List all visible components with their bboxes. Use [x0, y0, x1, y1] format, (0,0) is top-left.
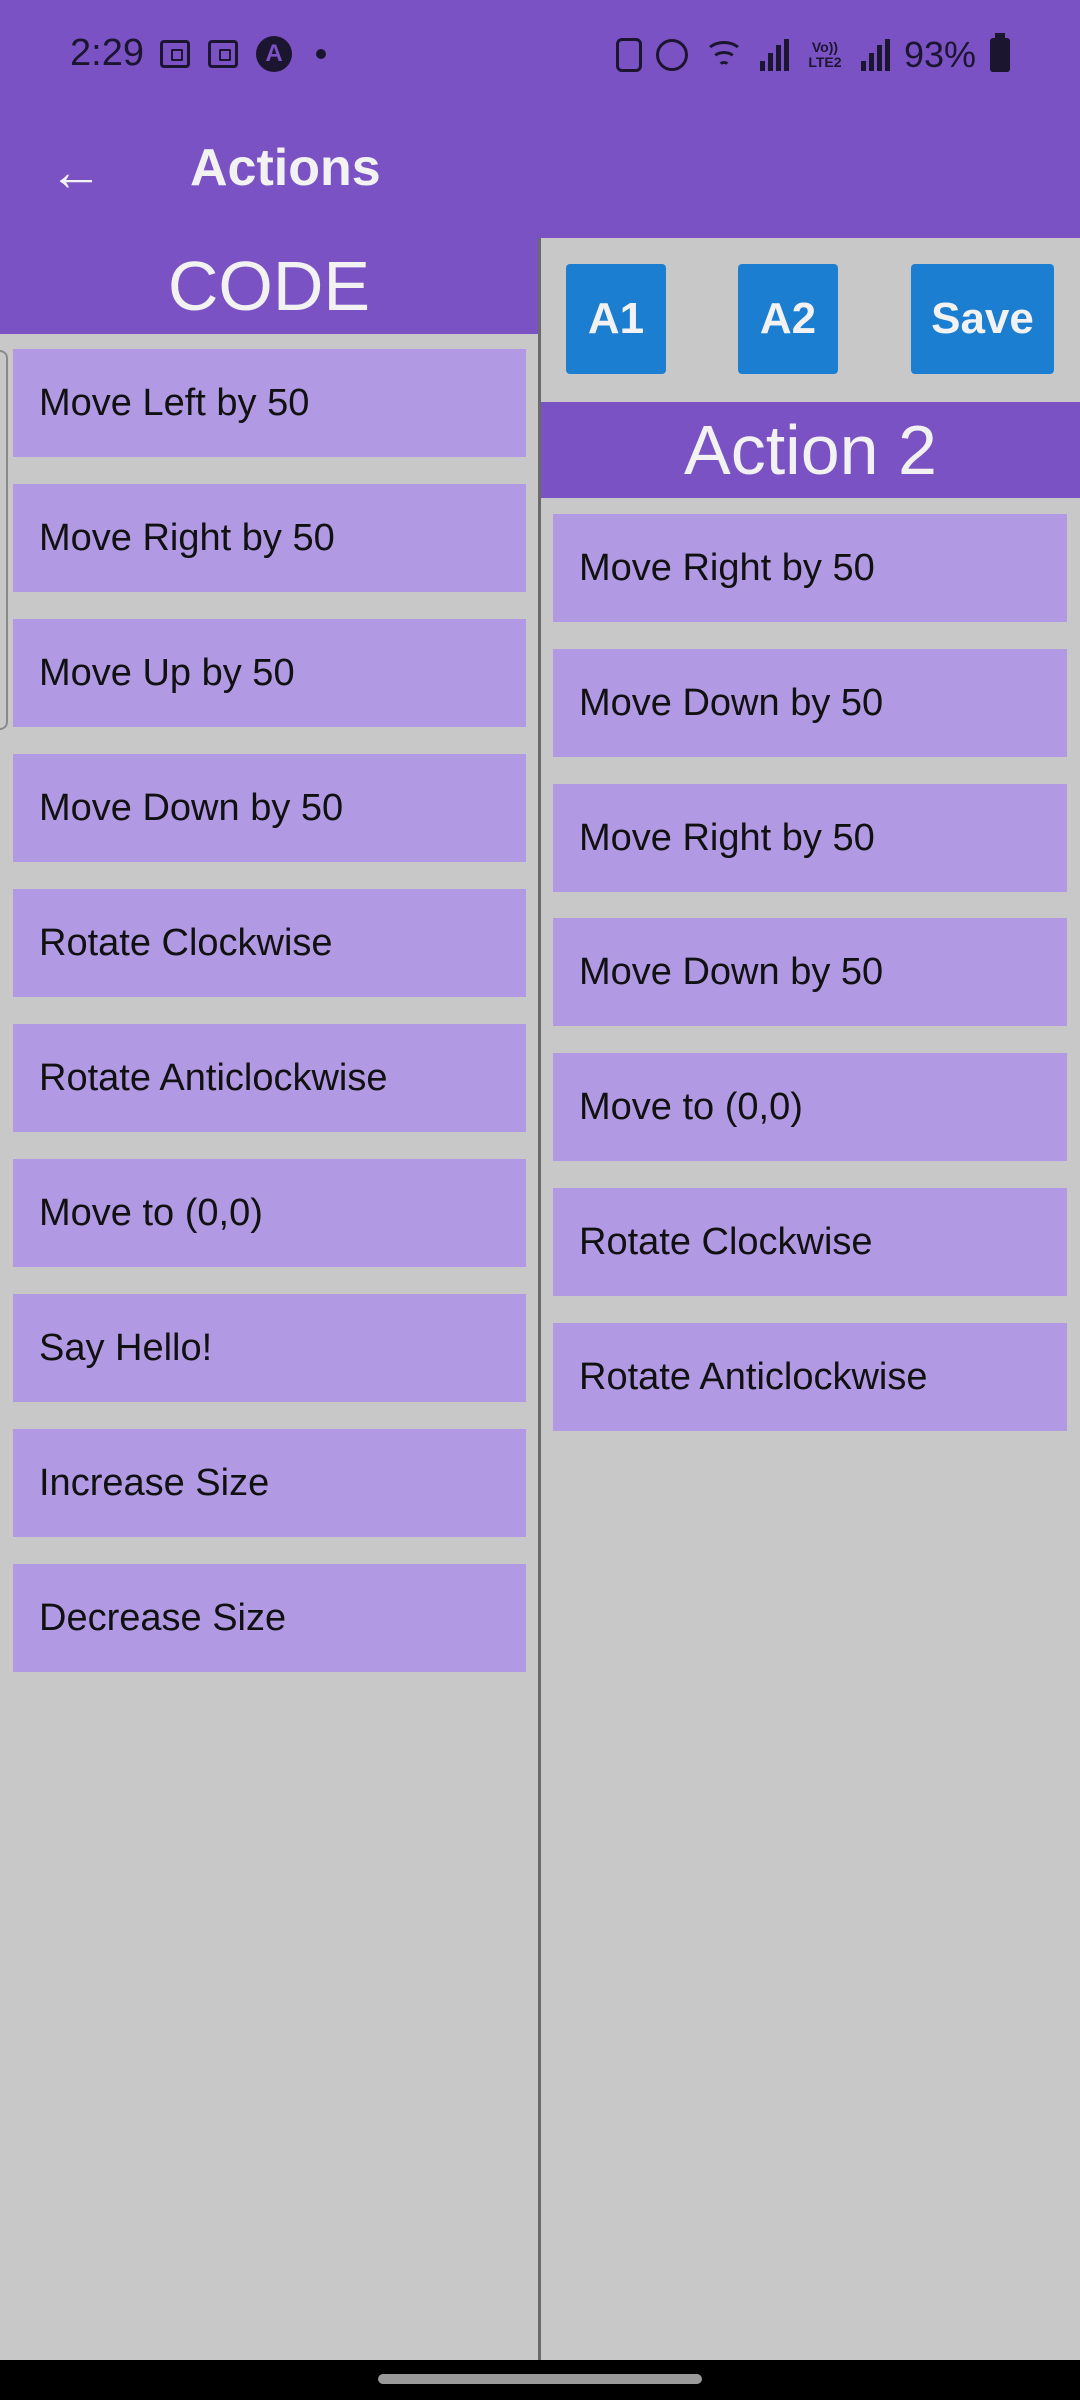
action-item[interactable]: Move Right by 50 [553, 514, 1067, 622]
volte-icon: Vo)) LTE2 [808, 39, 842, 70]
a2-button[interactable]: A2 [738, 264, 838, 374]
action-header: Action 2 [541, 402, 1080, 498]
action-item[interactable]: Move Down by 50 [553, 918, 1067, 1026]
code-item-increase-size[interactable]: Increase Size [13, 1429, 526, 1537]
code-item-rotate-clockwise[interactable]: Rotate Clockwise [13, 889, 526, 997]
action-item[interactable]: Move Right by 50 [553, 784, 1067, 892]
status-time: 2:29 [70, 32, 144, 74]
code-item-say-hello[interactable]: Say Hello! [13, 1294, 526, 1402]
more-notifications-dot-icon [316, 49, 326, 59]
battery-icon [990, 33, 1010, 72]
code-item-move-right[interactable]: Move Right by 50 [13, 484, 526, 592]
code-item-move-down[interactable]: Move Down by 50 [13, 754, 526, 862]
code-item-rotate-anticlockwise[interactable]: Rotate Anticlockwise [13, 1024, 526, 1132]
code-item-move-to-origin[interactable]: Move to (0,0) [13, 1159, 526, 1267]
page-title: Actions [190, 139, 381, 197]
action-item[interactable]: Move to (0,0) [553, 1053, 1067, 1161]
action-item[interactable]: Rotate Anticlockwise [553, 1323, 1067, 1431]
code-item-move-up[interactable]: Move Up by 50 [13, 619, 526, 727]
drag-handle[interactable] [0, 350, 8, 730]
code-header: CODE [0, 238, 538, 334]
screen-record-icon [208, 40, 238, 68]
signal-icon [759, 39, 789, 71]
battery-percent: 93% [903, 34, 976, 75]
status-bar: 2:29 A Vo)) LTE2 93% [0, 0, 1080, 110]
wifi-icon [702, 39, 746, 71]
battery-saver-icon [615, 38, 642, 72]
signal-icon-2 [860, 39, 890, 71]
code-item-decrease-size[interactable]: Decrease Size [13, 1564, 526, 1672]
back-arrow-icon[interactable]: ← [44, 140, 108, 204]
status-notification-icons: A [160, 36, 326, 72]
code-panel: CODE Move Left by 50 Move Right by 50 Mo… [0, 238, 540, 2360]
home-indicator[interactable] [378, 2374, 702, 2384]
action-item[interactable]: Move Down by 50 [553, 649, 1067, 757]
app-notification-icon: A [256, 36, 292, 72]
app-bar: ← Actions [0, 110, 1080, 238]
a1-button[interactable]: A1 [566, 264, 666, 374]
save-button[interactable]: Save [911, 264, 1054, 374]
code-item-move-left[interactable]: Move Left by 50 [13, 349, 526, 457]
system-nav-bar [0, 2360, 1080, 2400]
screenshot-icon [160, 40, 190, 68]
alarm-icon [655, 39, 688, 71]
action-item[interactable]: Rotate Clockwise [553, 1188, 1067, 1296]
action-panel: A1 A2 Save Action 2 Move Right by 50 Mov… [541, 238, 1080, 2360]
status-system-icons: Vo)) LTE2 93% [615, 33, 1010, 76]
